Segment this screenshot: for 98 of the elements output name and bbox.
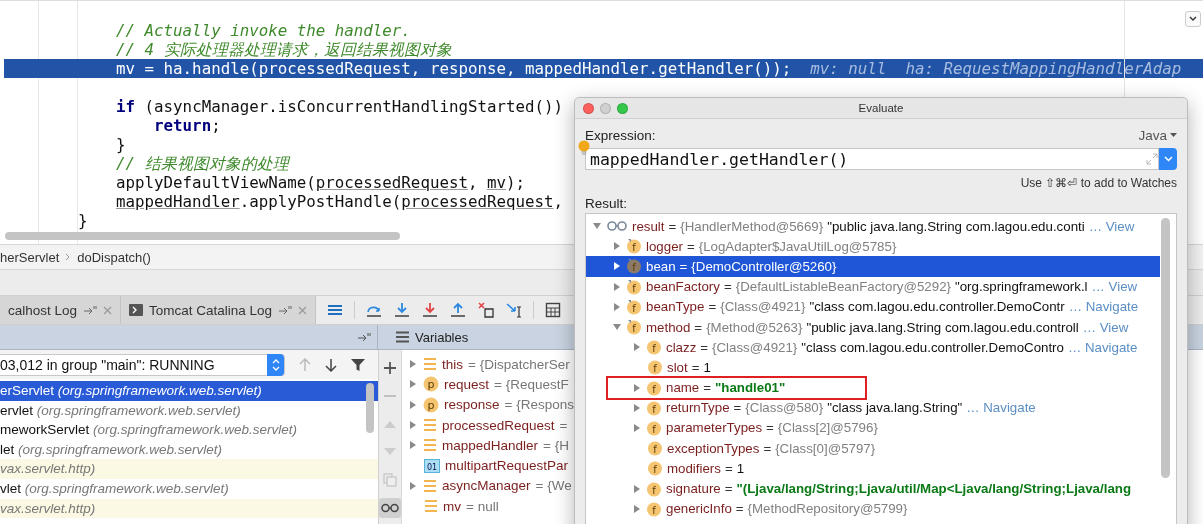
variable-name: request <box>444 376 490 392</box>
field-icon: f <box>646 339 662 356</box>
variable-value: = {We <box>535 478 572 494</box>
field-name: beanFactory <box>646 279 720 295</box>
final-field-icon: f <box>626 278 642 295</box>
final-field-icon: f <box>626 238 642 255</box>
field-name: beanType <box>646 299 705 315</box>
final-field-icon: f <box>626 258 642 275</box>
equals-sign: = <box>668 218 677 234</box>
field-icon: f <box>646 480 662 497</box>
field-value: "public java.lang.String com.lagou.edu.conti <box>827 218 1085 234</box>
code-line: if (asyncManager.isConcurrentHandlingStarted()) <box>116 97 564 116</box>
field-name: logger <box>646 238 683 254</box>
variable-name: multipartRequestPar <box>445 458 569 474</box>
variable-name: asyncManager <box>442 478 531 494</box>
variable-name: mappedHandler <box>442 437 539 453</box>
object-reference: {Method@5263} <box>706 319 803 335</box>
equals-sign: = <box>766 420 774 436</box>
object-reference: {LogAdapter$JavaUtilLog@5785} <box>698 238 897 254</box>
equals-sign: = <box>723 279 732 295</box>
equals-sign: = <box>700 339 709 355</box>
field-name: clazz <box>666 339 697 355</box>
equals-sign: = <box>708 299 717 315</box>
variable-name: this <box>442 356 463 372</box>
field-icon: f <box>646 419 662 436</box>
field-name: parameterTypes <box>666 420 763 436</box>
object-reference: {Class@4921} <box>712 339 798 355</box>
code-line: // 4 实际处理器处理请求，返回结果视图对象 <box>116 40 452 59</box>
field-name: bean <box>646 258 676 274</box>
field-value: "class java.lang.String" <box>827 400 963 416</box>
watch-hint: Use ⇧⌘⏎ to add to Watches <box>1020 176 1177 190</box>
field-name: exceptionTypes <box>667 440 760 456</box>
code-line: } <box>116 135 126 154</box>
field-icon: f <box>647 359 663 376</box>
object-reference: {Class[0]@5797} <box>775 440 876 456</box>
equals-sign: = <box>735 501 744 517</box>
variable-value: = {RequestF <box>494 376 569 392</box>
code-line: return; <box>154 116 221 135</box>
code-line: mv = ha.handle(processedRequest, response, mappedHandler.getHandler()); <box>116 59 792 78</box>
object-reference: {Class[2]@5796} <box>777 420 878 436</box>
field-value: "public java.lang.String com.lagou.edu.controll <box>806 319 1079 335</box>
panel-title: Variables <box>415 329 469 345</box>
window-title: Evaluate <box>857 102 905 114</box>
field-name: returnType <box>666 400 730 416</box>
object-reference: {Class@580} <box>745 400 824 416</box>
variable-value: = null <box>466 498 499 514</box>
equals-sign: = <box>724 460 733 476</box>
field-value: "class com.lagou.edu.controller.DemoContr <box>809 299 1065 315</box>
field-name: signature <box>666 481 721 497</box>
equals-sign: = <box>691 359 700 375</box>
equals-sign: = <box>679 258 688 274</box>
code-line: // 结果视图对象的处理 <box>116 154 289 173</box>
object-reference: {DemoController@5260} <box>691 258 837 274</box>
code-line: } <box>78 211 88 230</box>
field-value: 1 <box>703 359 711 375</box>
final-field-icon: f <box>626 298 642 315</box>
variable-name: response <box>444 397 500 413</box>
equals-sign: = <box>724 481 733 497</box>
final-field-icon: f <box>626 319 642 336</box>
field-icon: f <box>647 460 663 477</box>
field-name: method <box>646 319 691 335</box>
variable-value: = {DispatcherSer <box>468 356 570 372</box>
field-name: slot <box>667 359 688 375</box>
field-name: modifiers <box>667 460 721 476</box>
expression-label: Expression: <box>585 127 656 143</box>
variable-name: mv <box>443 498 461 514</box>
equals-sign: = <box>686 238 695 254</box>
variable-value: = <box>559 417 568 433</box>
field-icon: f <box>647 440 663 457</box>
parameter-icon: p <box>423 396 439 413</box>
field-name: genericInfo <box>666 501 732 517</box>
equals-sign: = <box>703 380 712 396</box>
parameter-icon: p <box>423 376 439 393</box>
object-reference: {DefaultListableBeanFactory@5292} <box>735 279 951 295</box>
field-value: "class com.lagou.edu.controller.DemoContro <box>801 339 1064 355</box>
object-reference: {Class@4921} <box>720 299 806 315</box>
variable-name: processedRequest <box>442 417 555 433</box>
string-value: "(Ljava/lang/String;Ljava/util/Map<Ljava/lang/String;Ljava/lang <box>736 481 1132 497</box>
field-icon: f <box>646 379 662 396</box>
code-line: // Actually invoke the handler. <box>116 21 411 40</box>
code-line: mappedHandler.applyPostHandle(processedRequest, <box>116 192 564 211</box>
field-icon: f <box>646 399 662 416</box>
equals-sign: = <box>763 440 772 456</box>
variable-value: = {H <box>543 437 569 453</box>
field-value: 1 <box>736 460 745 476</box>
field-name: result <box>632 218 665 234</box>
equals-sign: = <box>694 319 703 335</box>
object-reference: {MethodRepository@5799} <box>747 501 908 517</box>
field-icon: f <box>646 500 662 517</box>
field-name: name <box>666 380 700 396</box>
code-line: applyDefaultViewName(processedRequest, mv); <box>116 173 526 192</box>
variable-value: = {Respons <box>504 397 574 413</box>
field-value: "org.springframework.l <box>955 279 1088 295</box>
equals-sign: = <box>733 400 742 416</box>
primitive-icon: 01 <box>424 458 440 473</box>
result-label: Result: <box>585 196 629 211</box>
object-reference: {HandlerMethod@5669} <box>680 218 824 234</box>
string-value: "handle01" <box>715 380 786 396</box>
